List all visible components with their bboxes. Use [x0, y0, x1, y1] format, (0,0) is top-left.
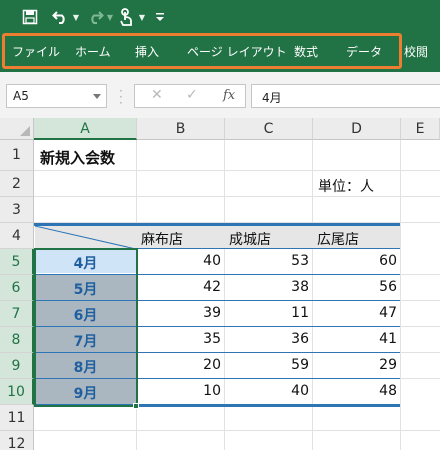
- cell-c10[interactable]: 40: [225, 383, 309, 399]
- table-row-rule: [34, 326, 400, 327]
- diagonal-header-line: [35, 226, 136, 249]
- enter-icon[interactable]: ✓: [186, 87, 198, 103]
- header-store-azabu[interactable]: 麻布店: [141, 229, 183, 249]
- formula-bar-grip-icon[interactable]: · · ·: [119, 85, 123, 109]
- tab-review[interactable]: 校閲: [404, 42, 428, 62]
- redo-icon: [84, 7, 106, 27]
- cell-b7[interactable]: 39: [137, 305, 221, 321]
- table-column-rule: [136, 249, 137, 406]
- cell-d10[interactable]: 48: [313, 383, 397, 399]
- cell-c6[interactable]: 38: [225, 279, 309, 295]
- name-box[interactable]: A5: [6, 84, 107, 108]
- row-header-11[interactable]: 11: [0, 405, 34, 431]
- cell-d6[interactable]: 56: [313, 279, 397, 295]
- header-store-hiroo[interactable]: 広尾店: [317, 229, 359, 249]
- row-header-7[interactable]: 7: [0, 301, 34, 327]
- row-header-8[interactable]: 8: [0, 327, 34, 353]
- cell-b9[interactable]: 20: [137, 357, 221, 373]
- tab-insert[interactable]: 挿入: [135, 42, 159, 62]
- tab-home[interactable]: ホーム: [75, 42, 111, 62]
- column-header-d[interactable]: D: [313, 118, 401, 140]
- quick-access-toolbar: ▼ ▼ ▼: [0, 0, 440, 32]
- cell-a5[interactable]: 4月: [35, 253, 136, 273]
- row-header-12[interactable]: 12: [0, 431, 34, 450]
- touch-dropdown-icon[interactable]: ▼: [138, 7, 146, 27]
- fill-handle[interactable]: [133, 403, 139, 409]
- formula-input-value: 4月: [262, 91, 282, 105]
- cell-c8[interactable]: 36: [225, 331, 309, 347]
- cell-a7[interactable]: 6月: [35, 305, 136, 325]
- column-header-c[interactable]: C: [225, 118, 313, 140]
- cell-d8[interactable]: 41: [313, 331, 397, 347]
- tab-formulas[interactable]: 数式: [294, 42, 318, 62]
- tab-data[interactable]: データ: [346, 42, 382, 62]
- cell-c7[interactable]: 11: [225, 305, 309, 321]
- tab-file[interactable]: ファイル: [12, 42, 60, 62]
- row-header-10[interactable]: 10: [0, 379, 34, 405]
- row-header-1[interactable]: 1: [0, 140, 34, 171]
- tab-page-layout[interactable]: ページ レイアウト: [187, 42, 287, 62]
- table-bottom-rule: [34, 404, 400, 407]
- cell-a9[interactable]: 8月: [35, 357, 136, 377]
- cell-d9[interactable]: 29: [313, 357, 397, 373]
- row-header-5[interactable]: 5: [0, 249, 34, 275]
- row-header-3[interactable]: 3: [0, 197, 34, 223]
- cell-a8[interactable]: 7月: [35, 331, 136, 351]
- row-header-4[interactable]: 4: [0, 223, 34, 249]
- cell-a10[interactable]: 9月: [35, 383, 136, 403]
- undo-icon[interactable]: [50, 7, 72, 27]
- cell-c5[interactable]: 53: [225, 253, 309, 269]
- formula-bar-buttons: ✕ ✓ fx: [134, 84, 246, 108]
- insert-function-icon[interactable]: fx: [223, 88, 235, 103]
- table-row-rule: [34, 378, 400, 379]
- column-header-b[interactable]: B: [137, 118, 225, 140]
- cell-c9[interactable]: 59: [225, 357, 309, 373]
- row-header-2[interactable]: 2: [0, 171, 34, 197]
- row-header-6[interactable]: 6: [0, 275, 34, 301]
- save-icon[interactable]: [20, 7, 40, 27]
- gridline: [400, 140, 401, 450]
- gridline: [34, 430, 440, 431]
- header-store-seijo[interactable]: 成城店: [229, 229, 271, 249]
- name-box-dropdown-icon[interactable]: [93, 94, 101, 99]
- gridline: [34, 170, 440, 171]
- column-header-e[interactable]: E: [401, 118, 440, 140]
- gridline: [34, 196, 440, 197]
- cell-d5[interactable]: 60: [313, 253, 397, 269]
- table-row-rule: [34, 274, 400, 275]
- unit-label[interactable]: 単位：人: [318, 176, 374, 196]
- name-box-value: A5: [13, 89, 29, 103]
- sheet-title[interactable]: 新規入会数: [40, 147, 115, 168]
- row-header-9[interactable]: 9: [0, 353, 34, 379]
- undo-dropdown-icon[interactable]: ▼: [72, 7, 80, 27]
- table-row-rule: [34, 300, 400, 301]
- customize-qat-icon[interactable]: [154, 7, 166, 27]
- cell-b5[interactable]: 40: [137, 253, 221, 269]
- touch-mode-icon[interactable]: [116, 7, 136, 27]
- select-all-corner[interactable]: [0, 118, 34, 140]
- formula-input[interactable]: 4月: [251, 84, 440, 108]
- cell-b8[interactable]: 35: [137, 331, 221, 347]
- cell-a6[interactable]: 5月: [35, 279, 136, 299]
- column-header-a[interactable]: A: [34, 118, 137, 140]
- cell-d7[interactable]: 47: [313, 305, 397, 321]
- cell-b10[interactable]: 10: [137, 383, 221, 399]
- cell-b6[interactable]: 42: [137, 279, 221, 295]
- table-row-rule: [34, 352, 400, 353]
- cancel-icon[interactable]: ✕: [151, 87, 163, 103]
- redo-dropdown-icon: ▼: [106, 12, 114, 22]
